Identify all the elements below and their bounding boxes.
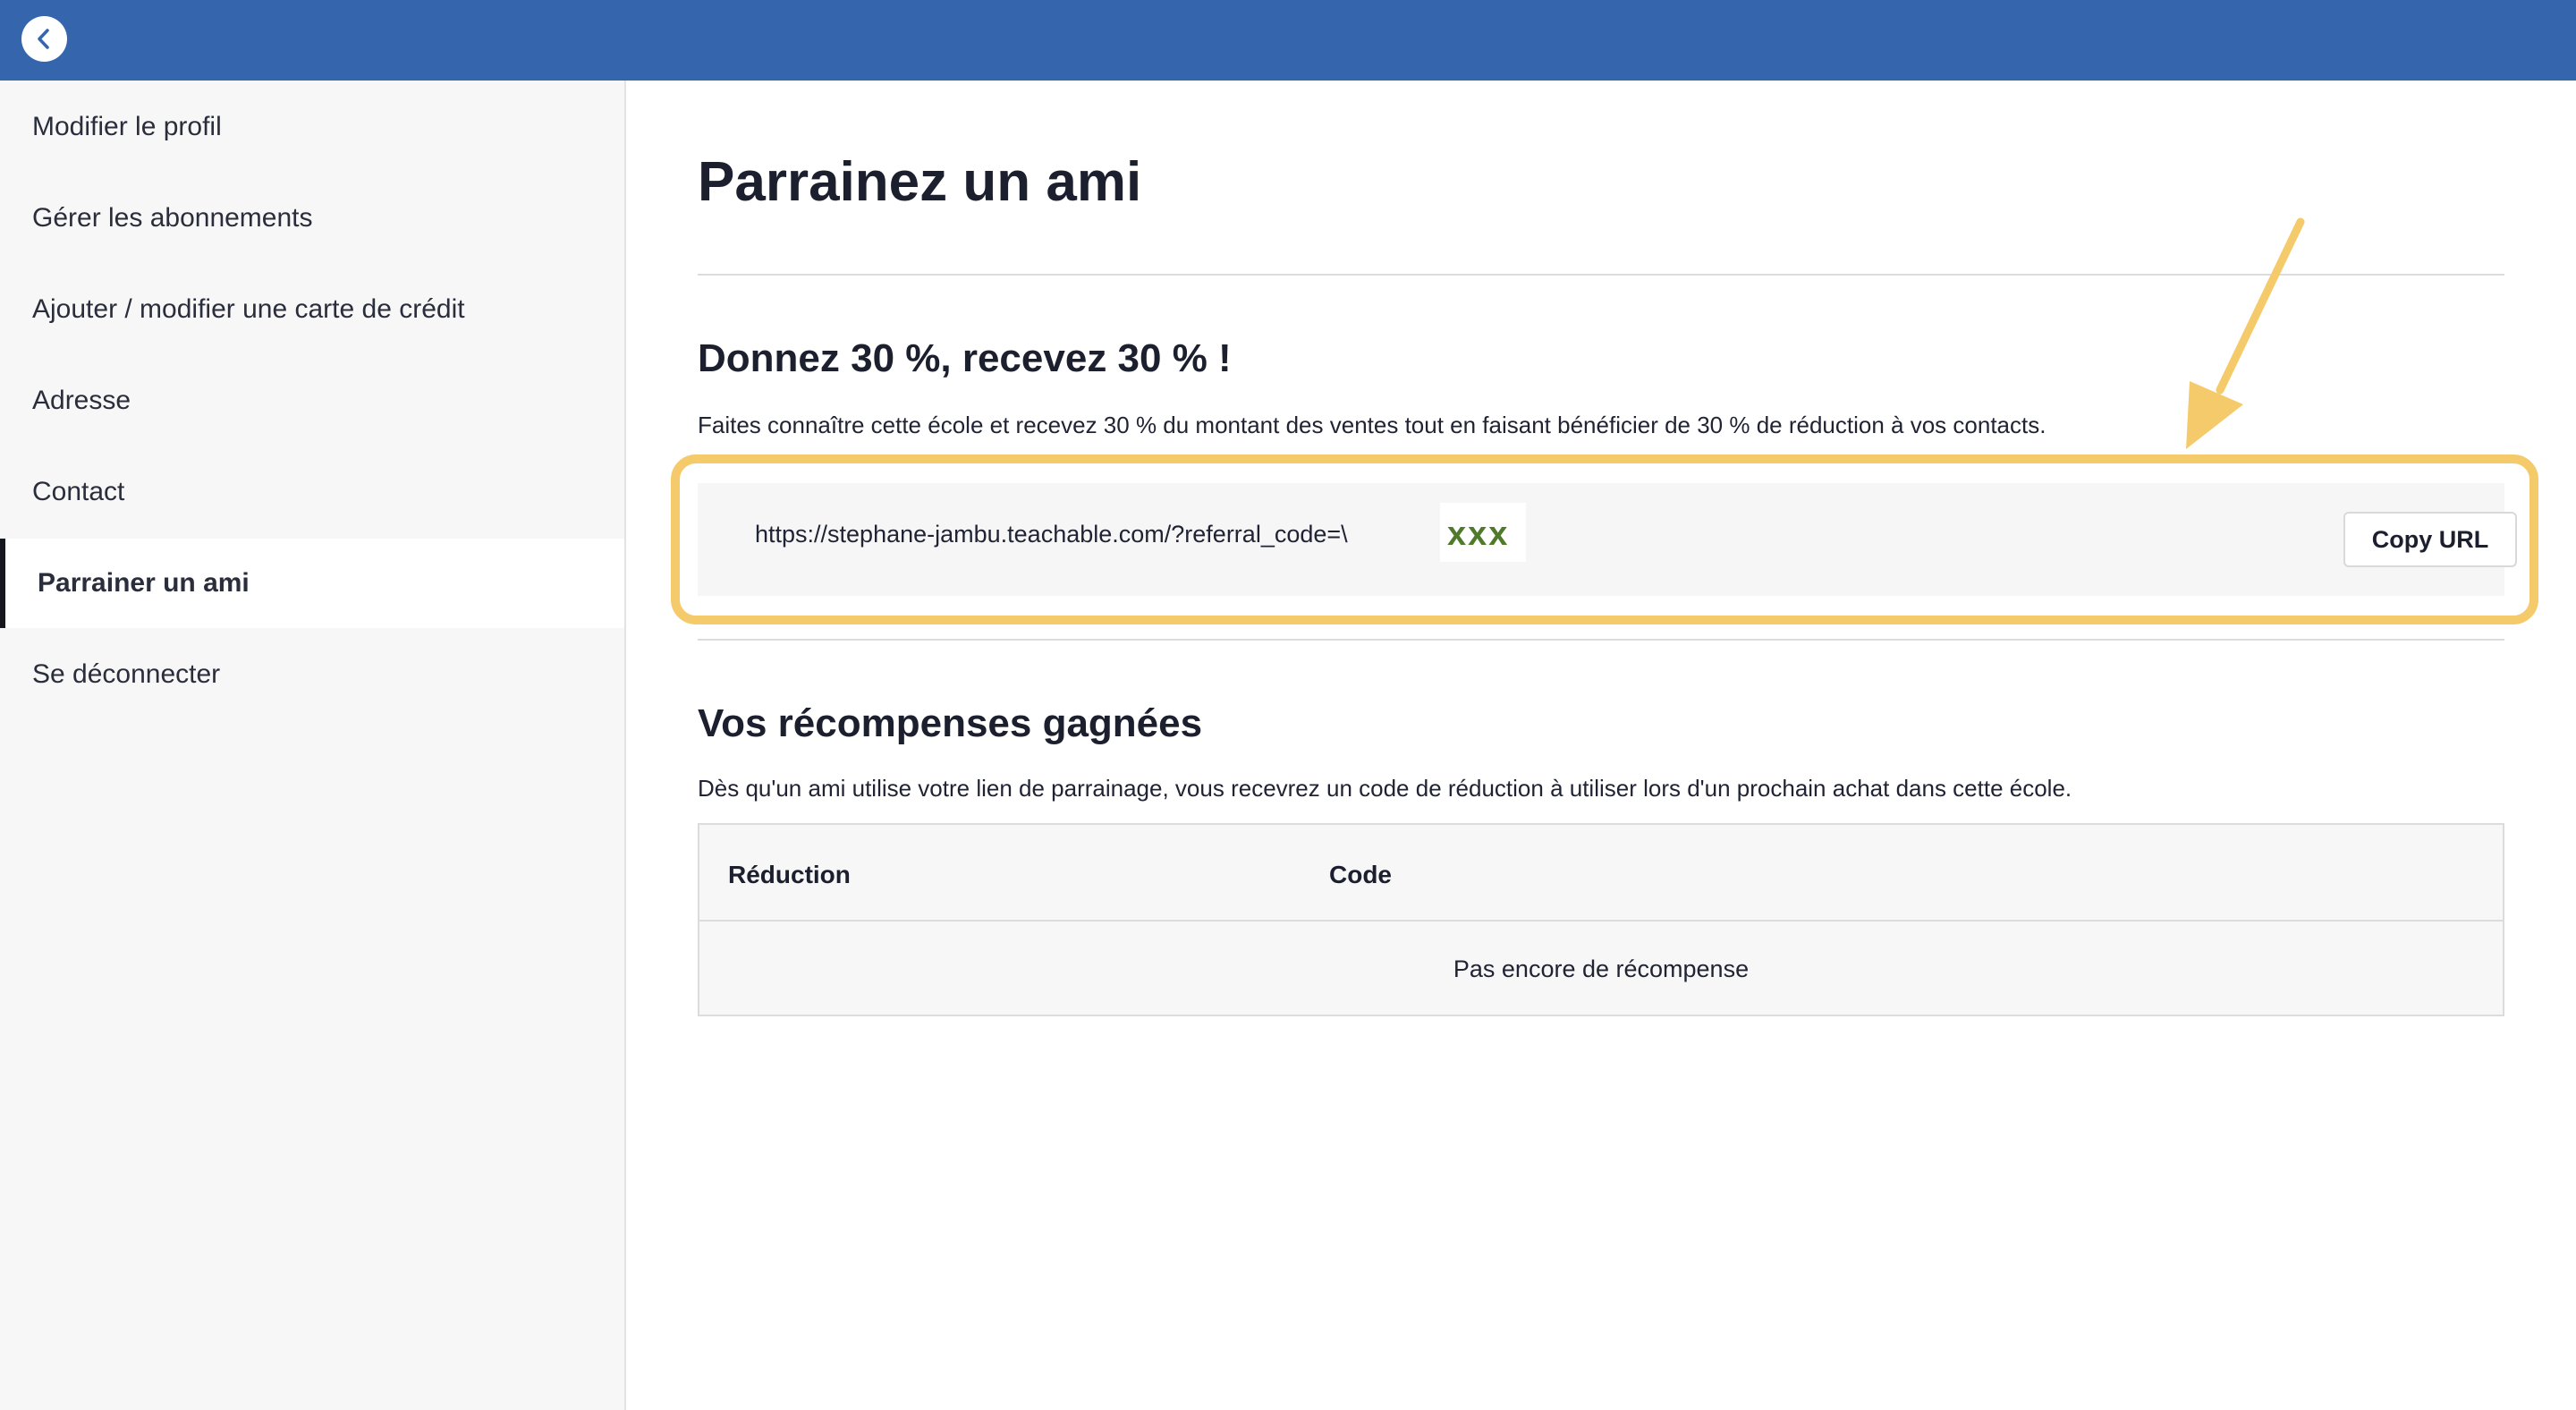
redacted-code: xxx xyxy=(1440,503,1526,562)
rewards-table: Réduction Code Pas encore de récompense xyxy=(698,823,2504,1016)
sidebar-item-adresse[interactable]: Adresse xyxy=(0,356,624,446)
arrow-annotation-icon xyxy=(2186,217,2305,449)
sidebar-item-deconnecter[interactable]: Se déconnecter xyxy=(0,630,624,719)
top-bar xyxy=(0,0,2576,81)
column-header-code: Code xyxy=(1329,861,1392,888)
divider xyxy=(698,639,2504,641)
sidebar-item-label: Contact xyxy=(32,477,125,506)
copy-url-button[interactable]: Copy URL xyxy=(2343,512,2517,567)
referral-description: Faites connaître cette école et recevez … xyxy=(698,412,2046,438)
table-divider xyxy=(699,920,2503,922)
back-button[interactable] xyxy=(21,16,67,62)
rewards-description: Dès qu'un ami utilise votre lien de parr… xyxy=(698,775,2072,802)
sidebar-item-label: Parrainer un ami xyxy=(38,568,250,598)
sidebar-item-label: Gérer les abonnements xyxy=(32,203,313,233)
empty-rewards-message: Pas encore de récompense xyxy=(1453,956,1750,982)
sidebar: Modifier le profil Gérer les abonnements… xyxy=(0,81,626,1410)
referral-heading: Donnez 30 %, recevez 30 % ! xyxy=(698,336,1232,380)
sidebar-item-label: Ajouter / modifier une carte de crédit xyxy=(32,294,465,324)
sidebar-item-label: Modifier le profil xyxy=(32,112,222,141)
sidebar-item-abonnements[interactable]: Gérer les abonnements xyxy=(0,174,624,263)
sidebar-item-contact[interactable]: Contact xyxy=(0,447,624,537)
sidebar-item-carte-credit[interactable]: Ajouter / modifier une carte de crédit xyxy=(0,265,624,354)
referral-url[interactable]: https://stephane-jambu.teachable.com/?re… xyxy=(755,521,1348,548)
rewards-heading: Vos récompenses gagnées xyxy=(698,701,1203,745)
sidebar-item-label: Se déconnecter xyxy=(32,659,221,689)
page-title: Parrainez un ami xyxy=(698,151,1142,213)
chevron-left-icon xyxy=(38,29,49,49)
sidebar-item-label: Adresse xyxy=(32,386,131,415)
sidebar-item-modifier-profil[interactable]: Modifier le profil xyxy=(0,82,624,172)
column-header-reduction: Réduction xyxy=(728,861,851,888)
referral-url-box: https://stephane-jambu.teachable.com/?re… xyxy=(698,483,2517,596)
sidebar-item-parrainer[interactable]: Parrainer un ami xyxy=(0,539,624,628)
